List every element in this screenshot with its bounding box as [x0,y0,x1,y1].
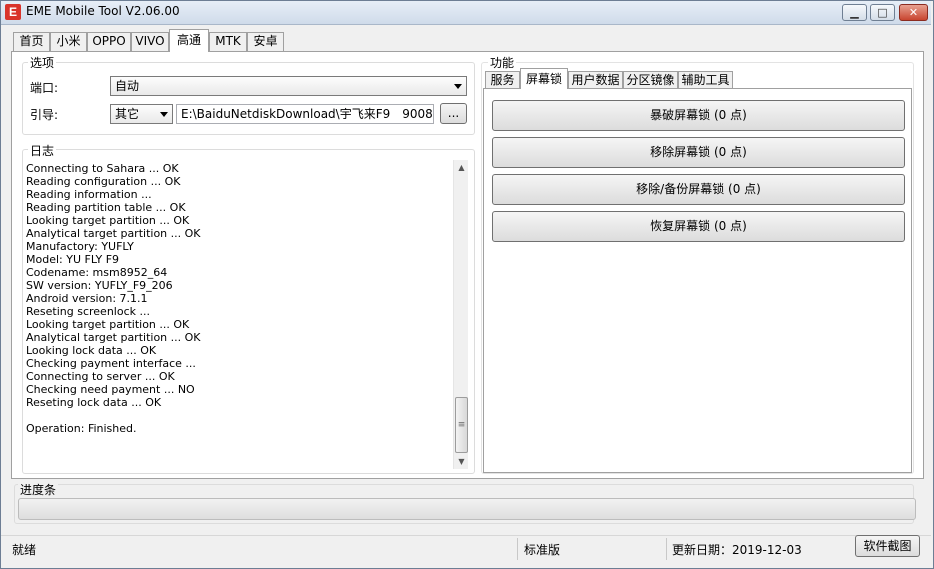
tab-screenlock[interactable]: 屏幕锁 [520,68,568,89]
log-line: Model: YU FLY F9 [26,253,120,266]
log-line: Analytical target partition ... OK [26,331,201,344]
boot-path-field[interactable]: E:\BaiduNetdiskDownload\宇飞来F9 9008黑砖包\ [176,104,434,124]
options-group [22,62,475,135]
log-line: Reseting screenlock ... [26,305,150,318]
minimize-button[interactable]: ▁ [842,4,867,21]
progress-label: 进度条 [18,481,59,498]
status-edition: 标准版 [524,543,561,557]
log-group-title: 日志 [28,142,57,159]
restore-screenlock-button[interactable]: 恢复屏幕锁 (0 点) [492,211,905,242]
log-line: Manufactory: YUFLY [26,240,134,253]
minimize-icon: ▁ [850,6,859,19]
log-line: Checking payment interface ... [26,357,196,370]
log-line: Connecting to Sahara ... OK [26,162,179,175]
tab-mtk[interactable]: MTK [209,32,247,51]
port-select[interactable]: 自动 [110,76,467,96]
log-line: Reading information ... [26,188,152,201]
boot-select[interactable]: 其它 [110,104,173,124]
log-line: Reseting lock data ... OK [26,396,162,409]
log-scrollbar[interactable]: ▲ ≡ ▼ [453,160,468,469]
scroll-down-icon[interactable]: ▼ [454,454,469,469]
maximize-icon: □ [877,6,888,19]
tab-qualcomm[interactable]: 高通 [169,29,209,52]
tab-home[interactable]: 首页 [13,32,50,51]
remove-screenlock-button[interactable]: 移除屏幕锁 (0 点) [492,137,905,168]
scroll-up-icon[interactable]: ▲ [454,160,469,175]
log-line: Connecting to server ... OK [26,370,175,383]
log-line: Reading configuration ... OK [26,175,181,188]
log-line: Analytical target partition ... OK [26,227,201,240]
scrollbar-thumb[interactable]: ≡ [455,397,468,453]
app-logo-icon: E [5,4,21,20]
functions-group-title: 功能 [488,54,517,71]
boot-select-value: 其它 [115,107,140,121]
port-label: 端口: [30,81,59,95]
tab-android[interactable]: 安卓 [247,32,284,51]
boot-label: 引导: [30,108,59,122]
log-line: Looking lock data ... OK [26,344,157,357]
status-state: 就绪 [12,543,37,557]
port-select-value: 自动 [115,79,140,93]
log-line: Operation: Finished. [26,422,137,435]
progress-bar [18,498,916,520]
close-button[interactable]: ✕ [899,4,928,21]
log-line: Android version: 7.1.1 [26,292,148,305]
software-screenshot-button[interactable]: 软件截图 [855,535,920,557]
window-title: EME Mobile Tool V2.06.00 [26,4,180,18]
remove-backup-screenlock-button[interactable]: 移除/备份屏幕锁 (0 点) [492,174,905,205]
close-icon: ✕ [908,6,919,19]
chevron-down-icon [454,84,462,89]
log-textbox[interactable]: Connecting to Sahara ... OK Reading conf… [26,160,451,470]
log-line: Looking target partition ... OK [26,318,190,331]
maximize-button[interactable]: □ [870,4,895,21]
chevron-down-icon [160,112,168,117]
options-group-title: 选项 [28,54,57,71]
tab-vivo[interactable]: VIVO [131,32,169,51]
status-divider [666,538,667,560]
tab-xiaomi[interactable]: 小米 [50,32,87,51]
log-line: Codename: msm8952_64 [26,266,168,279]
status-update-date: 更新日期：2019-12-03 [672,543,802,557]
browse-button[interactable]: ... [440,103,467,124]
brute-force-screenlock-button[interactable]: 暴破屏幕锁 (0 点) [492,100,905,131]
tab-oppo[interactable]: OPPO [87,32,131,51]
status-divider [517,538,518,560]
log-line: SW version: YUFLY_F9_206 [26,279,173,292]
log-line: Reading partition table ... OK [26,201,186,214]
log-line: Checking need payment ... NO [26,383,195,396]
log-line: Looking target partition ... OK [26,214,190,227]
